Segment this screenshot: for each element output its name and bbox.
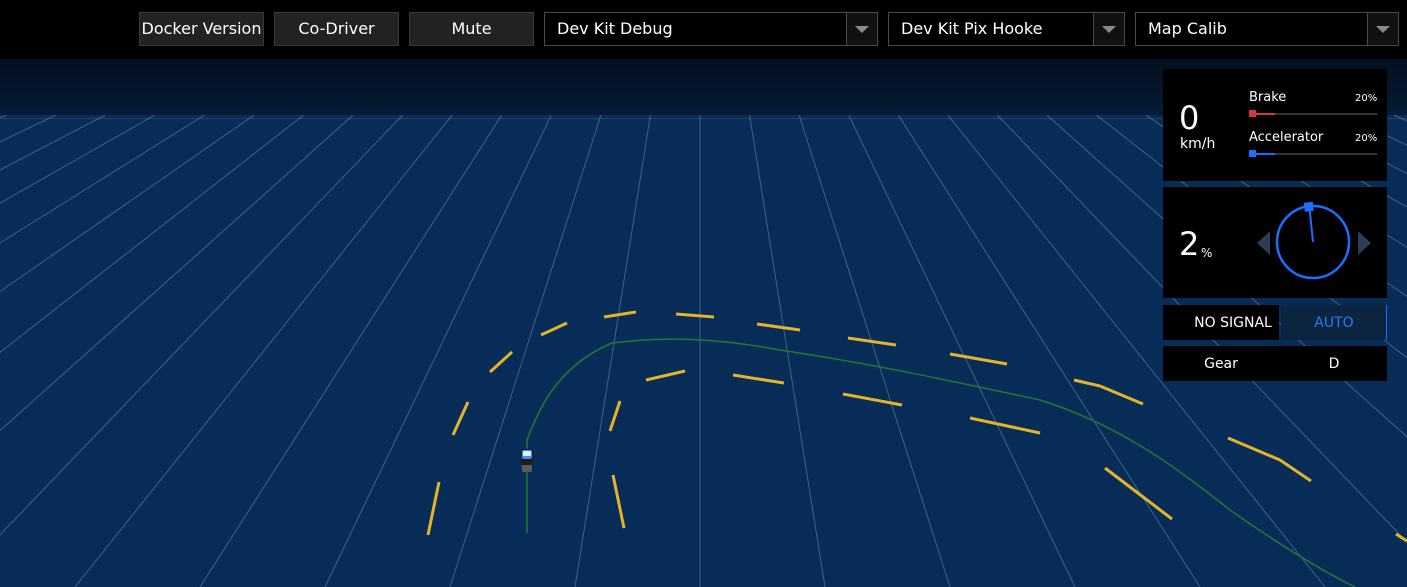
- steering-unit: %: [1201, 246, 1213, 260]
- accelerator-label: Accelerator: [1249, 130, 1324, 145]
- chevron-down-icon[interactable]: [1367, 13, 1398, 45]
- steering-needle: [1308, 210, 1314, 243]
- grid-line: [199, 115, 503, 587]
- grid-line: [0, 115, 57, 143]
- gear-panel: Gear D: [1163, 346, 1387, 381]
- vehicle-select[interactable]: Dev Kit Pix Hooke: [888, 12, 1125, 46]
- accelerator-knob: [1249, 150, 1256, 157]
- driving-mode: AUTO: [1314, 315, 1354, 331]
- brake-knob: [1249, 110, 1256, 117]
- grid-line: [0, 115, 255, 293]
- steering-panel: 2 %: [1163, 187, 1387, 298]
- steering-wheel-gauge: [1257, 201, 1371, 280]
- grid-line: [897, 115, 1201, 587]
- gear-value: D: [1328, 356, 1340, 372]
- grid-line: [798, 115, 951, 587]
- gear-label: Gear: [1204, 356, 1238, 372]
- grid-line: [449, 115, 602, 587]
- map-select-value: Map Calib: [1148, 19, 1227, 38]
- grid-line: [324, 115, 552, 587]
- triangle-left-icon: [1257, 231, 1270, 255]
- brake-label: Brake: [1249, 90, 1287, 105]
- car-icon[interactable]: [521, 449, 533, 472]
- steering-value: 2: [1179, 225, 1200, 263]
- signal-status-box: NO SIGNAL: [1163, 305, 1279, 340]
- co-driver-button[interactable]: Co-Driver: [274, 12, 399, 46]
- steering-marker: [1303, 201, 1314, 212]
- speed-value: 0: [1179, 99, 1200, 137]
- brake-percent: 20%: [1355, 93, 1378, 104]
- grid-line: [0, 115, 404, 536]
- grid-line: [848, 115, 1076, 587]
- chevron-down-icon[interactable]: [846, 13, 877, 45]
- vehicle-select-value: Dev Kit Pix Hooke: [901, 19, 1043, 38]
- speed-pedal-panel: 0 km/h Brake 20% Accelerator 20%: [1163, 69, 1387, 181]
- speed-unit: km/h: [1180, 136, 1216, 152]
- mute-button[interactable]: Mute: [409, 12, 534, 46]
- map-select[interactable]: Map Calib: [1135, 12, 1399, 46]
- mode-select[interactable]: Dev Kit Debug: [544, 12, 878, 46]
- grid-line: [0, 115, 7, 119]
- driving-mode-button[interactable]: AUTO: [1281, 305, 1387, 340]
- grid-line: [74, 115, 453, 587]
- chevron-down-icon[interactable]: [1093, 13, 1124, 45]
- top-toolbar: Docker Version Co-Driver Mute Dev Kit De…: [0, 0, 1407, 59]
- triangle-right-icon: [1358, 231, 1371, 255]
- grid-line: [574, 115, 651, 587]
- mode-select-value: Dev Kit Debug: [557, 19, 673, 38]
- accelerator-percent: 20%: [1355, 133, 1378, 144]
- grid-line: [1393, 115, 1407, 122]
- docker-version-button[interactable]: Docker Version: [139, 12, 264, 46]
